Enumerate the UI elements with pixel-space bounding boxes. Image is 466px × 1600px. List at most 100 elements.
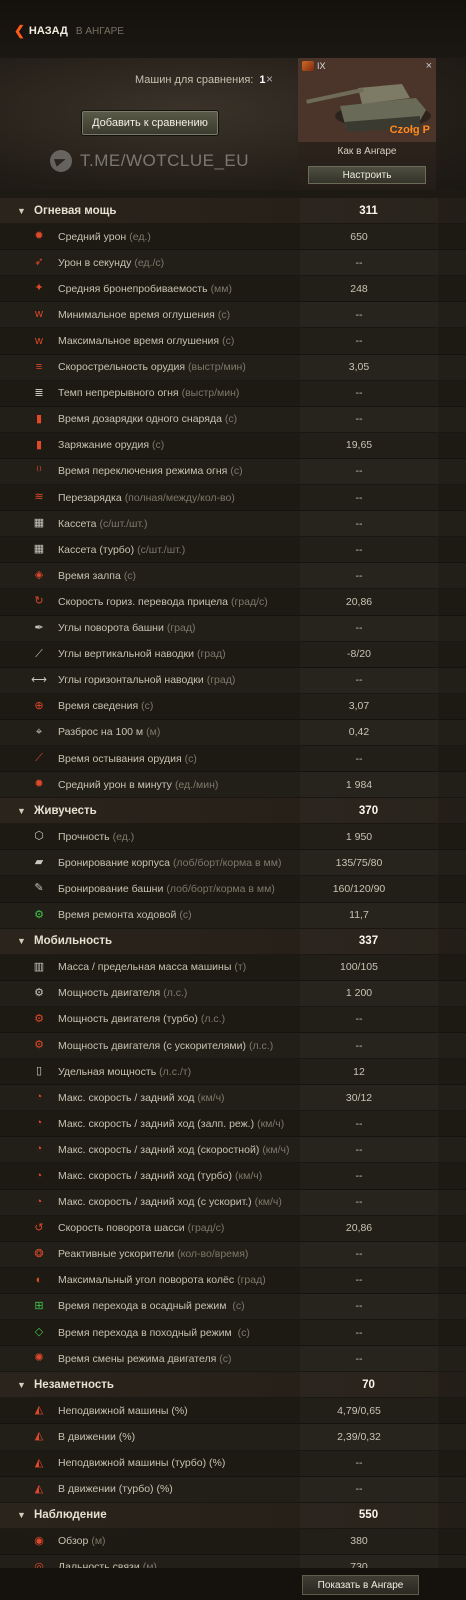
hull-traverse-icon: ↺ bbox=[34, 1221, 44, 1234]
back-label: НАЗАД bbox=[28, 25, 68, 37]
stat-label: Время залпа (с) bbox=[58, 570, 136, 582]
stat-label: Средний урон (ед.) bbox=[58, 231, 151, 243]
siege-mode-icon: ⊞ bbox=[34, 1299, 44, 1312]
stat-label-text: Неподвижной машины (%) bbox=[58, 1404, 188, 1417]
stat-value: -- bbox=[355, 517, 363, 530]
stat-unit: (град) bbox=[206, 674, 236, 687]
stat-row: ⟷ Углы горизонтальной наводки (град) -- bbox=[0, 668, 466, 694]
clear-compare-button[interactable]: × bbox=[266, 72, 273, 86]
section-title: Живучесть bbox=[34, 804, 97, 817]
stat-label-text: Углы вертикальной наводки bbox=[58, 648, 194, 661]
stat-row: ✎ Бронирование башни (лоб/борт/корма в мм)… bbox=[0, 876, 466, 903]
section-header[interactable]: ▼ Наблюдение 550 bbox=[0, 1502, 466, 1529]
remove-tank-button[interactable]: × bbox=[426, 60, 432, 72]
stat-label-text: Время дозарядки одного снаряда bbox=[58, 413, 222, 426]
stat-unit: (л.с.) bbox=[200, 1013, 226, 1026]
stat-row: ◭ В движении (%) 2,39/0,32 bbox=[0, 1424, 466, 1451]
stat-row: ⊕ Время сведения (с) 3,07 bbox=[0, 694, 466, 720]
chevron-left-icon: ❮ bbox=[14, 23, 25, 38]
weight-icon: ▥ bbox=[33, 960, 45, 973]
stat-label: Скорость гориз. перевода прицела (град/с) bbox=[58, 596, 268, 608]
shell-reload-icon: ▮ bbox=[35, 412, 43, 425]
stat-row: ◔ Макс. скорость / задний ход (с ускорит.… bbox=[0, 1190, 466, 1216]
stat-row: ↺ Скорость поворота шасси (град/с) 20,86 bbox=[0, 1216, 466, 1242]
stat-label-text: Макс. скорость / задний ход (турбо) bbox=[58, 1170, 233, 1183]
stat-row: ↻ Скорость гориз. перевода прицела (град/с… bbox=[0, 589, 466, 616]
stat-label: Скорость поворота шасси (град/с) bbox=[58, 1222, 224, 1234]
stat-value: -- bbox=[355, 1143, 363, 1156]
stat-unit: (м) bbox=[146, 726, 161, 739]
stat-label: Мощность двигателя (л.с.) bbox=[58, 987, 187, 999]
stat-unit: (лоб/борт/корма в мм) bbox=[172, 856, 282, 869]
stat-label-text: Кассета bbox=[58, 517, 97, 530]
stat-unit: (с) bbox=[184, 752, 197, 765]
stat-row: ◭ Неподвижной машины (%) 4,79/0,65 bbox=[0, 1398, 466, 1425]
view-range-icon: ◉ bbox=[34, 1534, 44, 1547]
stat-value: -- bbox=[355, 1013, 363, 1026]
stat-unit: (ед./с) bbox=[134, 256, 165, 269]
setup-button[interactable]: Настроить bbox=[308, 166, 426, 184]
stat-label: Время перехода в осадный режим (с) bbox=[58, 1300, 245, 1312]
show-in-hangar-button[interactable]: Показать в Ангаре bbox=[302, 1575, 419, 1595]
stat-label: Макс. скорость / задний ход (залп. реж.)… bbox=[58, 1118, 284, 1130]
section-score: 311 bbox=[359, 204, 378, 217]
stat-label-text: Обзор bbox=[58, 1535, 89, 1548]
stat-unit: (с) bbox=[179, 909, 192, 922]
stat-label-text: Заряжание орудия bbox=[58, 439, 150, 452]
stat-value: -- bbox=[355, 387, 363, 400]
stat-row: ◈ Время залпа (с) -- bbox=[0, 563, 466, 590]
section-header[interactable]: ▼ Мобильность 337 bbox=[0, 928, 466, 955]
stat-label-text: Масса / предельная масса машины bbox=[58, 961, 232, 974]
stats-table: ▼ Огневая мощь 311 ✹ Средний урон (ед.) 650 ➶ Ур… bbox=[0, 198, 466, 1581]
stat-label-text: Углы поворота башни bbox=[58, 622, 164, 635]
stat-value: -8/20 bbox=[347, 648, 371, 661]
stat-unit: (полная/между/кол-во) bbox=[124, 491, 235, 504]
stat-unit: (с) bbox=[230, 465, 243, 478]
stat-value: -- bbox=[355, 1039, 363, 1052]
stat-unit: (с) bbox=[217, 308, 231, 321]
stat-label-text: Неподвижной машины (турбо) (%) bbox=[58, 1457, 226, 1470]
engine-boost-icon: ⚙ bbox=[34, 1039, 44, 1052]
fire-mode-switch-icon: ⁽⁾ bbox=[36, 464, 42, 477]
stat-label: В движении (турбо) (%) bbox=[58, 1483, 176, 1495]
stat-value: -- bbox=[355, 308, 363, 321]
stat-unit: (с) bbox=[152, 439, 165, 452]
stat-label: Минимальное время оглушения (с) bbox=[58, 309, 230, 321]
stat-unit: (с/шт./шт.) bbox=[137, 543, 186, 556]
stat-value: -- bbox=[355, 1457, 363, 1470]
stat-label: Время дозарядки одного снаряда (с) bbox=[58, 413, 237, 425]
stat-label-text: Перезарядка bbox=[58, 491, 122, 504]
stat-unit: (град) bbox=[196, 648, 226, 661]
stat-value: 160/120/90 bbox=[332, 882, 386, 895]
stat-value: -- bbox=[355, 413, 363, 426]
add-to-compare-button[interactable]: Добавить к сравнению bbox=[82, 111, 218, 135]
chevron-down-icon: ▼ bbox=[17, 205, 26, 216]
section-title: Мобильность bbox=[34, 935, 113, 948]
tank-config-label: Как в Ангаре bbox=[337, 146, 397, 157]
section-header[interactable]: ▼ Незаметность 70 bbox=[0, 1372, 466, 1399]
stat-label-text: Время остывания орудия bbox=[58, 752, 182, 765]
stat-value: -- bbox=[355, 674, 363, 687]
stat-label: Кассета (турбо) (с/шт./шт.) bbox=[58, 544, 185, 556]
chevron-down-icon: ▼ bbox=[17, 805, 26, 816]
stat-label-text: Время залпа bbox=[58, 569, 121, 582]
stat-label-text: Мощность двигателя (с ускорителями) bbox=[58, 1039, 246, 1052]
stat-label: Максимальный угол поворота колёс (град) bbox=[58, 1274, 266, 1286]
stat-unit: (л.с.) bbox=[249, 1039, 274, 1052]
stat-value: -- bbox=[355, 1274, 363, 1287]
stat-label: В движении (%) bbox=[58, 1431, 138, 1443]
magazine-turbo-icon: ▦ bbox=[33, 543, 45, 556]
stat-label: Прочность (ед.) bbox=[58, 831, 134, 843]
stat-unit: (с) bbox=[219, 1352, 232, 1365]
column-divider bbox=[437, 198, 438, 1568]
back-button[interactable]: ❮ НАЗАД В АНГАРЕ bbox=[14, 23, 124, 39]
section-score: 370 bbox=[358, 804, 379, 817]
section-header[interactable]: ▼ Живучесть 370 bbox=[0, 798, 466, 825]
damage-per-second-icon: ➶ bbox=[34, 256, 44, 269]
breadcrumb: В АНГАРЕ bbox=[75, 25, 124, 37]
section-header[interactable]: ▼ Огневая мощь 311 bbox=[0, 198, 466, 225]
stat-unit: (л.с./т) bbox=[159, 1065, 192, 1078]
stat-label-text: Макс. скорость / задний ход bbox=[58, 1091, 195, 1104]
stat-label-text: Темп непрерывного огня bbox=[58, 387, 179, 400]
stat-row: ◔ Макс. скорость / задний ход (скоростной… bbox=[0, 1137, 466, 1164]
